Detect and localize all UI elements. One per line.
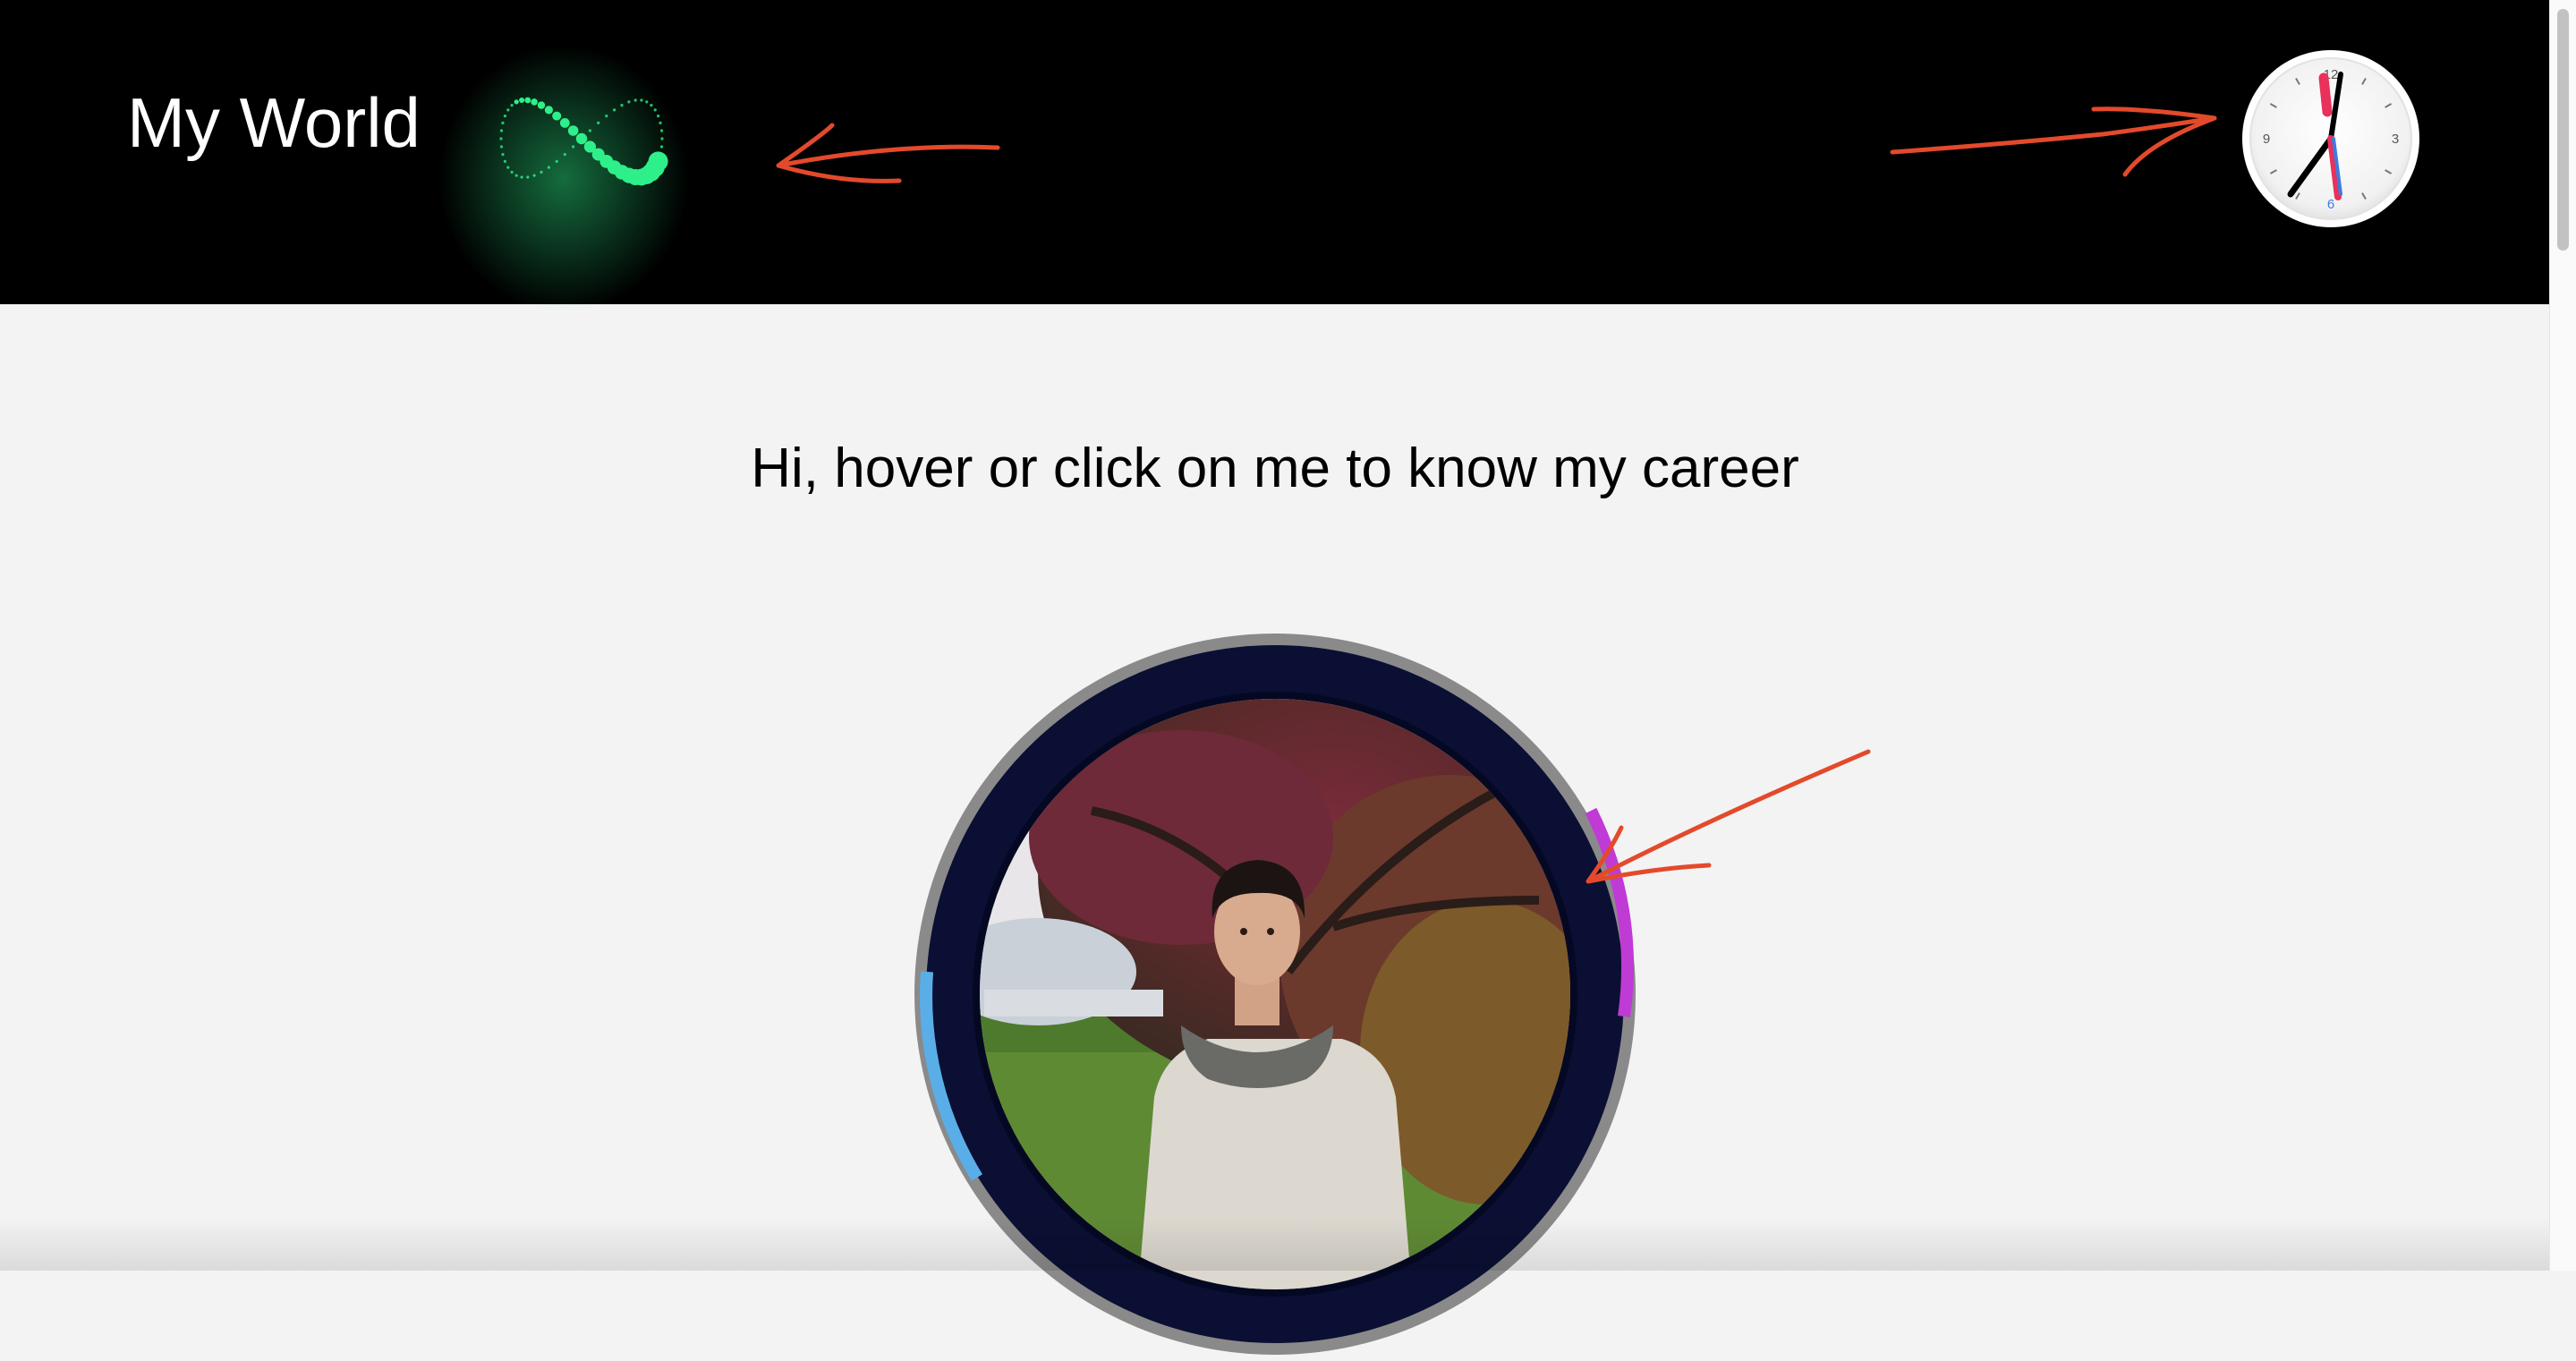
loader-dot <box>633 98 637 102</box>
site-header: My World 12 3 6 9 <box>0 0 2550 313</box>
loader-dot <box>653 108 657 112</box>
career-avatar-button[interactable] <box>913 632 1637 1357</box>
clock-numeral-6: 6 <box>2327 197 2334 212</box>
loader-dot <box>510 104 514 107</box>
loader-dot <box>519 98 525 103</box>
loader-dot <box>650 104 653 107</box>
loader-dot <box>613 108 616 112</box>
loader-dot <box>499 145 504 149</box>
loader-dot <box>552 111 562 121</box>
loader-dot <box>531 98 538 106</box>
loader-dot <box>575 132 588 145</box>
loader-dot <box>503 159 506 163</box>
loader-dot <box>563 153 566 157</box>
loader-dot <box>583 140 596 153</box>
loader-dot <box>501 121 505 124</box>
loader-dot <box>506 108 510 112</box>
loader-dot <box>605 115 608 118</box>
loader-dot <box>520 175 523 179</box>
loader-dot <box>537 101 546 109</box>
loader-dot <box>499 129 504 132</box>
intro-heading: Hi, hover or click on me to know my care… <box>751 438 1799 499</box>
loader-dot <box>660 137 664 140</box>
loader-dot <box>659 145 664 149</box>
loader-dot <box>572 145 575 149</box>
loader-dot <box>567 125 579 136</box>
loader-dot <box>524 97 531 104</box>
loader-dot <box>627 100 631 104</box>
loader-dot <box>540 170 543 174</box>
infinity-dots-loader-icon <box>438 45 689 313</box>
clock-numeral-3: 3 <box>2392 132 2399 147</box>
page-scrollbar[interactable] <box>2549 0 2576 1271</box>
site-title: My World <box>127 83 421 162</box>
analog-clock-icon: 12 3 6 9 <box>2242 50 2419 227</box>
loader-dot <box>645 100 649 104</box>
loader-dot <box>532 174 536 177</box>
loader-dot <box>514 174 518 177</box>
loader-dot <box>526 175 530 179</box>
loader-dot <box>499 137 503 140</box>
loader-dot <box>559 118 570 128</box>
scrollbar-thumb[interactable] <box>2557 9 2569 251</box>
loader-dot <box>657 115 660 118</box>
loader-dot <box>506 166 510 169</box>
loader-dot <box>544 106 553 115</box>
loader-dot <box>640 98 643 102</box>
loader-dot <box>659 129 664 132</box>
clock-minute-hand <box>2318 72 2333 117</box>
profile-photo <box>914 634 1636 1355</box>
loader-dot <box>555 159 558 163</box>
loader-dot <box>501 153 505 157</box>
loader-dot <box>597 121 600 124</box>
loader-dot <box>503 115 506 118</box>
loader-dot <box>510 170 514 174</box>
loader-dot <box>620 104 624 107</box>
loader-dot <box>588 129 591 132</box>
loader-dot <box>659 121 662 124</box>
clock-numeral-9: 9 <box>2263 132 2270 147</box>
loader-dot <box>547 166 550 169</box>
loader-dot <box>514 99 519 105</box>
